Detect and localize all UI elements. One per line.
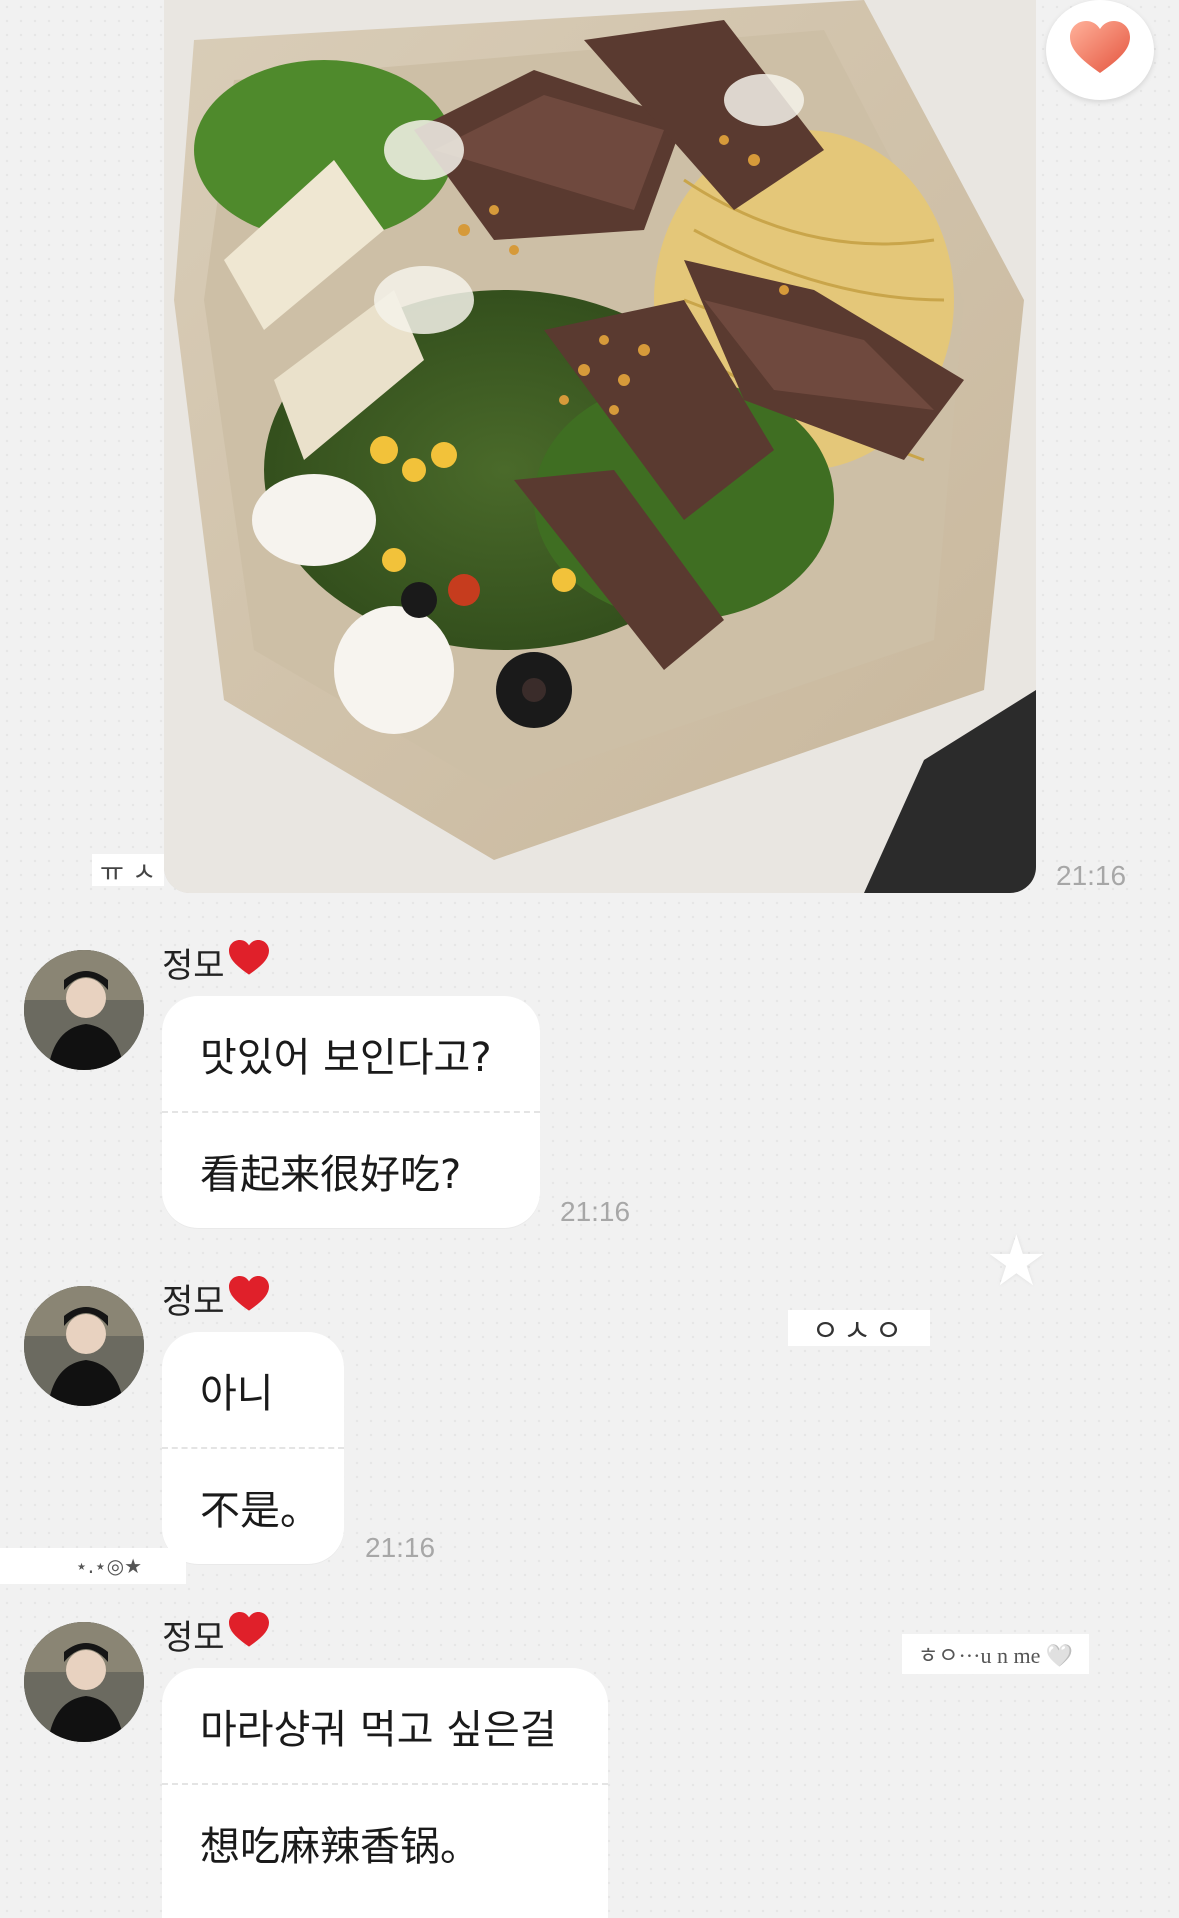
oso-sticker: ㅇㅅㅇ bbox=[788, 1310, 930, 1349]
deco-sticker-left: ⋆.⋆◎★ bbox=[0, 1548, 186, 1584]
message-timestamp: 21:16 bbox=[365, 1532, 436, 1563]
sender-avatar[interactable] bbox=[24, 1622, 144, 1742]
message-bubble[interactable]: 마라샹궈 먹고 싶은걸 想吃麻辣香锅。 bbox=[162, 1668, 608, 1918]
message-timestamp: 21:16 bbox=[560, 1196, 631, 1227]
photo-timestamp: 21:16 bbox=[1056, 860, 1127, 891]
sender-name-row: 정모 bbox=[162, 938, 269, 987]
sender-name: 정모 bbox=[162, 1618, 225, 1658]
sender-avatar[interactable] bbox=[24, 1286, 144, 1406]
red-heart-icon bbox=[228, 940, 269, 985]
photo-message-image[interactable] bbox=[164, 0, 1036, 893]
photo-partial-label: ㅠ ㅅ bbox=[92, 854, 165, 888]
star-decoration-icon: ★ bbox=[985, 1220, 1048, 1302]
message-line: 맛있어 보인다고? bbox=[200, 1034, 492, 1081]
sender-name: 정모 bbox=[162, 1282, 225, 1322]
heart-reaction-button[interactable] bbox=[1046, 0, 1154, 100]
message-line: 마라샹궈 먹고 싶은걸 bbox=[200, 1706, 557, 1753]
message-line: 不是。 bbox=[200, 1487, 320, 1534]
heart-icon bbox=[1070, 21, 1130, 79]
red-heart-icon bbox=[228, 1612, 269, 1657]
avatar-photo bbox=[24, 1286, 144, 1406]
red-heart-icon bbox=[228, 1276, 269, 1321]
sender-name-row: 정모 bbox=[162, 1274, 269, 1323]
avatar-photo bbox=[24, 1622, 144, 1742]
avatar-photo bbox=[24, 950, 144, 1070]
sender-name-row: 정모 bbox=[162, 1610, 269, 1659]
message-line: 看起来很好吃? bbox=[200, 1151, 462, 1198]
food-photo bbox=[164, 0, 1036, 893]
sender-avatar[interactable] bbox=[24, 950, 144, 1070]
message-line: 想吃麻辣香锅。 bbox=[200, 1823, 480, 1870]
message-bubble[interactable]: 맛있어 보인다고? 看起来很好吃? bbox=[162, 996, 540, 1228]
message-line: 아니 bbox=[200, 1370, 274, 1417]
sender-name: 정모 bbox=[162, 946, 225, 986]
hear-me-sticker: ㅎㅇ···u n me 🤍 bbox=[902, 1634, 1090, 1674]
message-bubble[interactable]: 아니 不是。 bbox=[162, 1332, 344, 1564]
